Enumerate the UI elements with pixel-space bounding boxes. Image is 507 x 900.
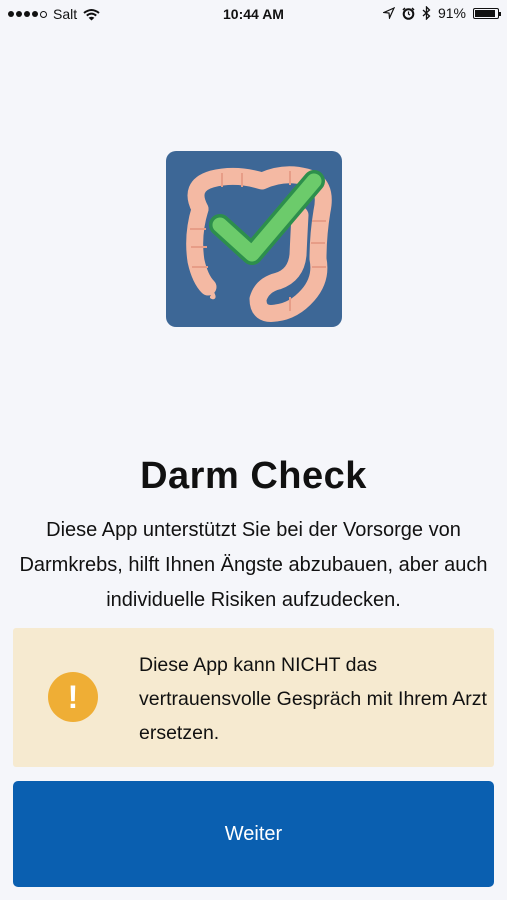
alarm-icon bbox=[402, 6, 415, 20]
exclamation-icon: ! bbox=[48, 672, 98, 722]
battery-percent: 91% bbox=[437, 5, 466, 21]
battery-fill bbox=[475, 9, 495, 17]
page-title: Darm Check bbox=[140, 455, 367, 497]
colon-checkmark-icon bbox=[166, 151, 342, 327]
warning-text: Diese App kann NICHT das vertrauensvolle… bbox=[139, 654, 487, 744]
app-description: Diese App unterstützt Sie bei der Vorsor… bbox=[19, 519, 488, 611]
status-bar: Salt 10:44 AM 91% bbox=[0, 0, 507, 28]
battery-icon bbox=[473, 7, 501, 19]
warning-box: ! Diese App kann NICHT das vertrauensvol… bbox=[13, 628, 494, 767]
bluetooth-icon bbox=[422, 6, 431, 20]
location-arrow-icon bbox=[382, 7, 395, 19]
continue-button[interactable]: Weiter bbox=[13, 781, 494, 887]
status-right: 91% bbox=[382, 5, 501, 21]
